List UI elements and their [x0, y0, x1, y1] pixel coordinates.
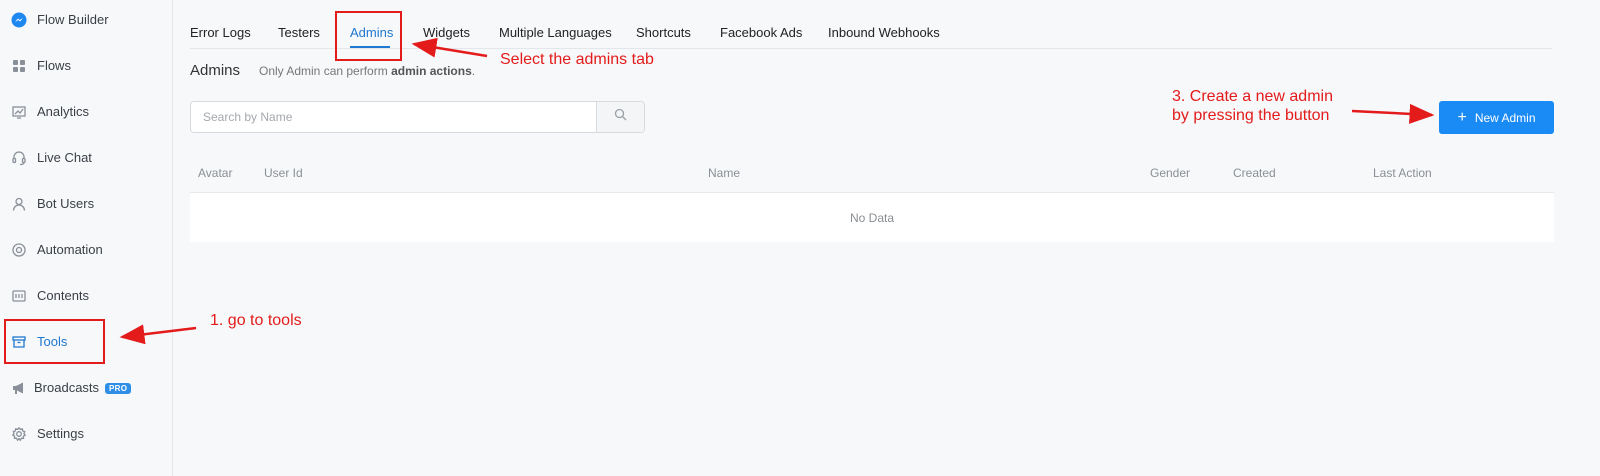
- annotation-arrows: [119, 37, 1435, 345]
- arrow-to-new-admin: [1351, 103, 1435, 124]
- annotation-step3-line1: 3. Create a new admin: [1172, 88, 1333, 105]
- arrow-to-tools: [119, 324, 197, 345]
- annotation-step1: 1. go to tools: [210, 312, 302, 329]
- arrow-to-admins-tab: [411, 37, 488, 58]
- annotation-step2: Select the admins tab: [500, 51, 654, 68]
- annotation-step3-line2: by pressing the button: [1172, 107, 1330, 124]
